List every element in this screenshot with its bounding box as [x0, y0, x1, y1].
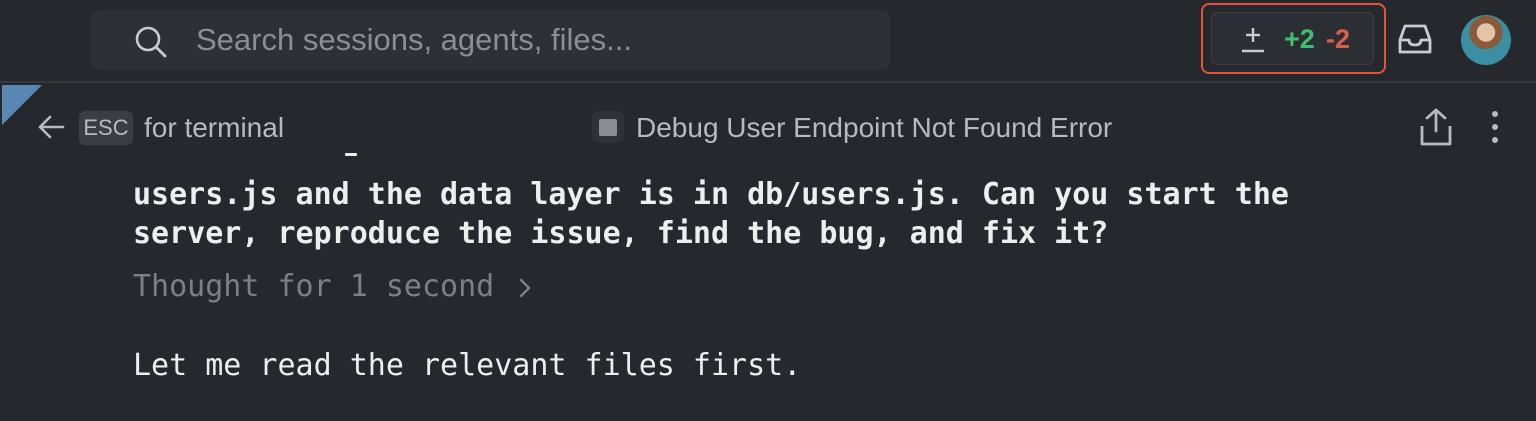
corner-marker [2, 85, 42, 125]
user-message-line: users.js and the data layer is in db/use… [133, 177, 1289, 212]
search-icon [135, 26, 167, 58]
user-avatar[interactable] [1461, 15, 1511, 65]
terminal-hint: for terminal [144, 112, 285, 143]
clipped-text-fragment [345, 153, 357, 156]
top-bar: Search sessions, agents, files... +2 -2 [0, 0, 1536, 83]
session-title: Debug User Endpoint Not Found Error [636, 112, 1113, 143]
plus-minus-icon [1242, 28, 1264, 53]
esc-key-badge: ESC [79, 111, 133, 145]
user-message-line: server, reproduce the issue, find the bu… [133, 216, 1109, 251]
search-input[interactable]: Search sessions, agents, files... [196, 23, 632, 57]
search-bar[interactable]: Search sessions, agents, files... [91, 10, 890, 70]
assistant-reply: Let me read the relevant files first. [133, 348, 802, 383]
diff-added-count: +2 [1284, 24, 1315, 54]
diff-removed-count: -2 [1326, 24, 1351, 54]
back-arrow-icon[interactable] [37, 114, 65, 140]
inbox-icon[interactable] [1396, 22, 1434, 56]
stop-square-icon[interactable] [592, 111, 624, 143]
thought-label: Thought for 1 second [133, 269, 495, 304]
thought-toggle[interactable]: Thought for 1 second [133, 268, 532, 306]
session-panel: ESC for terminal Debug User Endpoint Not… [0, 83, 1536, 421]
diff-stats-button[interactable]: +2 -2 [1211, 12, 1374, 65]
share-icon[interactable] [1418, 107, 1454, 147]
more-vertical-icon[interactable] [1488, 109, 1502, 145]
chevron-right-icon [520, 278, 531, 297]
